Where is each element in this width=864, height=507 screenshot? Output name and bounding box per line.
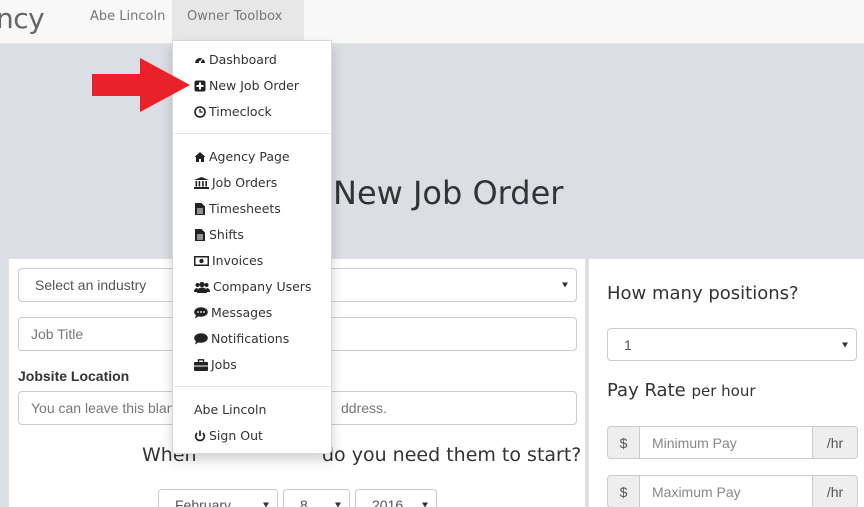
owner-toolbox-toggle[interactable]: Owner Toolbox [172,0,304,53]
menu-item-dashboard[interactable]: Dashboard [194,52,277,67]
max-pay-input[interactable]: Maximum Pay [640,475,813,507]
dashboard-icon [194,54,206,66]
positions-value: 1 [624,336,632,353]
menu-item-label: Shifts [209,227,244,242]
pay-rate-unit: per hour [691,382,756,400]
start-day-select[interactable]: 8 [283,489,350,507]
menu-item-notifications[interactable]: Notifications [194,331,289,346]
comment-dots-icon [194,306,208,319]
pay-rate-label: Pay Rate [607,380,686,401]
menu-item-label: Agency Page [209,149,290,164]
menu-item-label: Abe Lincoln [194,402,267,417]
jobsite-location-label: Jobsite Location [18,368,130,384]
menu-item-new-job-order[interactable]: New Job Order [194,78,299,93]
menu-item-job-orders[interactable]: Job Orders [194,175,277,190]
min-pay-placeholder: Minimum Pay [652,434,737,451]
menu-item-label: Messages [211,305,273,320]
per-hour-addon: /hr [813,475,858,507]
menu-item-jobs[interactable]: Jobs [194,357,237,372]
select-arrow-icon [842,342,848,347]
jobsite-placeholder-left: You can leave this blan [31,400,175,416]
menu-item-label: Invoices [212,253,264,268]
annotation-arrow-icon [92,58,190,112]
menu-item-label: Notifications [211,331,290,346]
menu-item-agency-page[interactable]: Agency Page [194,149,290,164]
currency-addon: $ [607,475,640,507]
clock-icon [194,105,206,118]
menu-item-company-users[interactable]: Company Users [194,279,311,294]
owner-toolbox-label: Owner Toolbox [187,9,283,24]
file-icon [194,228,206,241]
home-icon [194,151,206,163]
select-arrow-icon [263,502,269,507]
start-year-value: 2016 [372,497,404,507]
menu-item-messages[interactable]: Messages [194,305,272,320]
briefcase-icon [194,358,208,371]
users-icon [194,281,210,293]
min-pay-input[interactable]: Minimum Pay [640,426,813,459]
menu-item-invoices[interactable]: Invoices [194,253,263,268]
menu-item-label: Jobs [211,357,237,372]
per-hour-addon: /hr [813,426,858,459]
owner-toolbox-dropdown: Dashboard New Job Order Timeclock Agency… [172,40,332,454]
menu-item-label: New Job Order [209,78,300,93]
start-day-value: 8 [300,497,308,507]
bank-icon [194,176,209,189]
navbar: ncy Abe Lincoln Owner Toolbox [0,0,864,53]
start-month-value: February [175,497,232,507]
menu-item-label: Timeclock [209,104,272,119]
money-icon [194,255,209,267]
select-arrow-icon [335,502,341,507]
select-arrow-icon [562,282,568,288]
file-icon [194,202,206,215]
plus-square-icon [194,80,206,92]
page-title: New Job Order [333,174,564,212]
max-pay-group: $ Maximum Pay /hr [607,475,858,507]
start-year-select[interactable]: 2016 [355,489,437,507]
power-icon [194,430,206,442]
menu-item-label: Dashboard [209,52,277,67]
start-month-select[interactable]: February [158,489,278,507]
select-arrow-icon [422,502,428,507]
menu-item-timeclock[interactable]: Timeclock [194,104,272,119]
menu-item-user-name[interactable]: Abe Lincoln [194,402,266,417]
menu-item-label: Job Orders [212,175,278,190]
nav-user-link[interactable]: Abe Lincoln [75,0,180,44]
menu-divider [174,133,331,134]
menu-item-label: Company Users [213,279,312,294]
positions-question: How many positions? [607,283,799,304]
pay-rate-heading: Pay Rate per hour [607,380,756,401]
jobsite-placeholder-right: ddress. [341,400,387,416]
min-pay-group: $ Minimum Pay /hr [607,426,858,459]
brand-logo[interactable]: ncy [0,2,45,35]
menu-item-timesheets[interactable]: Timesheets [194,201,281,216]
positions-select[interactable]: 1 [607,328,857,361]
menu-item-label: Timesheets [209,201,281,216]
menu-item-sign-out[interactable]: Sign Out [194,428,263,443]
menu-divider [174,386,331,387]
max-pay-placeholder: Maximum Pay [652,483,741,500]
menu-item-label: Sign Out [209,428,263,443]
start-question-right: do you need them to start? [322,444,582,466]
comment-icon [194,332,208,345]
menu-item-shifts[interactable]: Shifts [194,227,244,242]
job-title-placeholder: Job Title [31,326,84,342]
currency-addon: $ [607,426,640,459]
industry-select-value: Select an industry [35,277,147,293]
